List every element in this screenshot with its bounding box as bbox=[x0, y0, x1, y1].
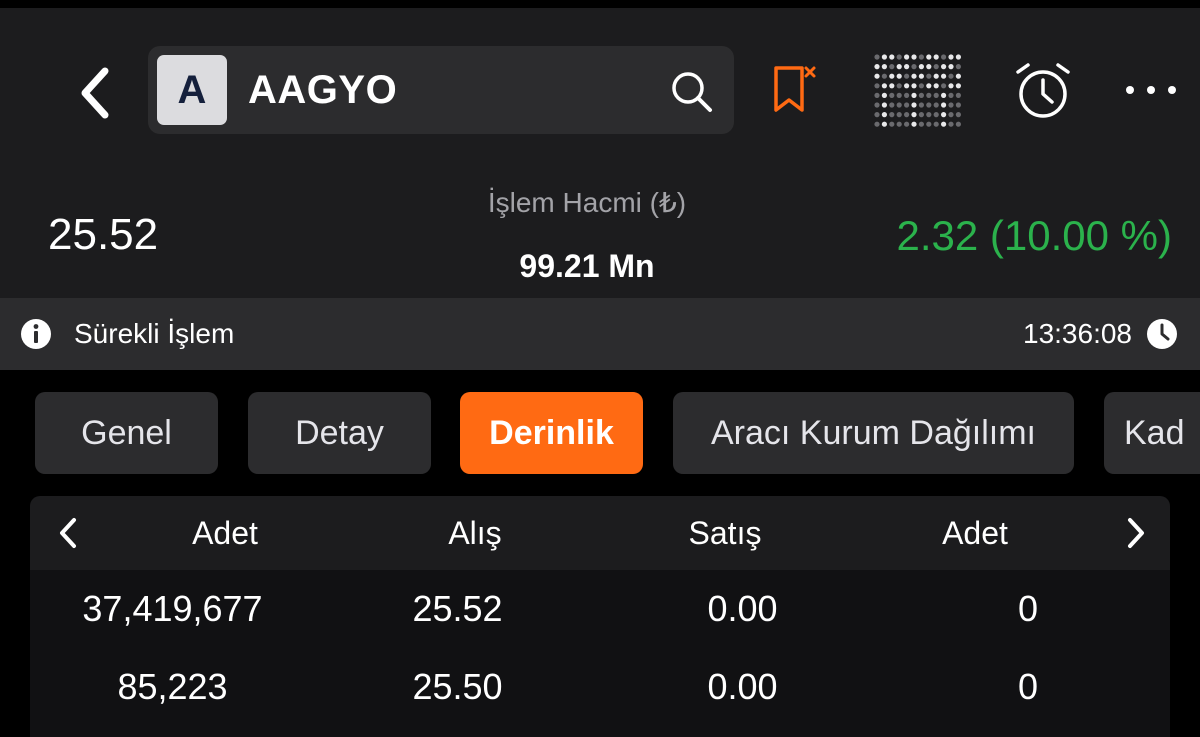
symbol-search-box[interactable]: A AAGYO bbox=[148, 46, 734, 134]
table-row: 85,223 25.50 0.00 0 bbox=[30, 648, 1170, 726]
bid-quantity-cell: 37,419,677 bbox=[82, 588, 263, 629]
depth-table: Adet Alış Satış Adet 37,419,677 25.52 0.… bbox=[30, 496, 1170, 737]
depth-table-header: Adet Alış Satış Adet bbox=[30, 496, 1170, 570]
bid-price-cell: 25.52 bbox=[412, 588, 503, 629]
tab-araci-kurum-dagilimi[interactable]: Aracı Kurum Dağılımı bbox=[673, 392, 1074, 474]
market-depth-grid-icon[interactable] bbox=[872, 52, 964, 130]
chevron-left-icon bbox=[81, 67, 109, 119]
table-row: 37,419,677 25.52 0.00 0 bbox=[30, 570, 1170, 648]
more-dot bbox=[1168, 86, 1176, 94]
symbol-name: AAGYO bbox=[248, 68, 398, 112]
tab-genel[interactable]: Genel bbox=[35, 392, 218, 474]
more-options-button[interactable] bbox=[1120, 70, 1182, 110]
tab-detay[interactable]: Detay bbox=[248, 392, 431, 474]
column-header-ask-price: Satış bbox=[688, 515, 762, 551]
tab-kademe[interactable]: Kad bbox=[1104, 392, 1200, 474]
ask-price-cell: 0.00 bbox=[707, 666, 778, 707]
bid-price-cell: 25.50 bbox=[412, 666, 503, 707]
ask-quantity-cell: 0 bbox=[1017, 588, 1039, 629]
alarm-clock-icon[interactable] bbox=[1012, 62, 1074, 120]
clock-icon bbox=[1147, 319, 1177, 349]
search-icon[interactable] bbox=[670, 70, 714, 114]
tab-derinlik[interactable]: Derinlik bbox=[460, 392, 643, 474]
price-change: 2.32 (10.00 %) bbox=[896, 212, 1172, 259]
session-time: 13:36:08 bbox=[1023, 318, 1132, 349]
info-icon[interactable] bbox=[20, 318, 52, 350]
column-header-bid-quantity: Adet bbox=[192, 515, 258, 551]
bid-quantity-cell: 85,223 bbox=[117, 666, 228, 707]
more-dot bbox=[1126, 86, 1134, 94]
session-status-bar: Sürekli İşlem 13:36:08 bbox=[0, 298, 1200, 370]
back-button[interactable] bbox=[70, 62, 120, 124]
volume-label: İşlem Hacmi (₺) bbox=[487, 187, 687, 218]
column-header-ask-quantity: Adet bbox=[942, 515, 1008, 551]
depth-table-body: 37,419,677 25.52 0.00 0 85,223 25.50 0.0… bbox=[30, 570, 1170, 737]
chevron-left-icon[interactable] bbox=[50, 514, 86, 552]
bookmark-remove-icon[interactable] bbox=[770, 64, 818, 114]
more-dot bbox=[1147, 86, 1155, 94]
volume-value: 99.21 Mn bbox=[519, 248, 655, 284]
symbol-avatar: A bbox=[157, 55, 227, 125]
column-header-bid-price: Alış bbox=[448, 515, 502, 551]
chevron-right-icon[interactable] bbox=[1118, 514, 1154, 552]
ask-quantity-cell: 0 bbox=[1017, 666, 1039, 707]
last-price: 25.52 bbox=[48, 210, 159, 259]
top-strip bbox=[0, 0, 1200, 8]
ask-price-cell: 0.00 bbox=[707, 588, 778, 629]
session-status-label: Sürekli İşlem bbox=[74, 318, 235, 349]
